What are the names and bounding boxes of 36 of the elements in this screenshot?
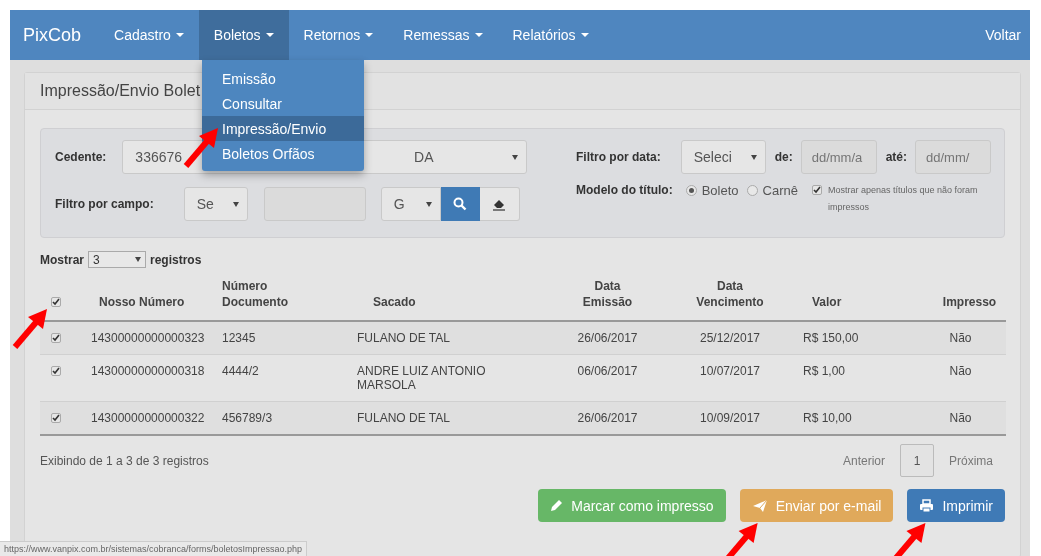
table-cell: R$ 10,00 — [803, 411, 852, 425]
table-cell-text: FULANO DE TAL — [357, 411, 451, 425]
table-cell: 14300000000000323 — [91, 331, 205, 345]
checkbox-label: Mostrar apenas títulos que não foram impressos — [827, 184, 979, 214]
table-cell: 26/06/2017 — [577, 331, 638, 345]
table-cell: R$ 150,00 — [803, 331, 859, 345]
table-cell: 06/06/2017 — [577, 364, 638, 378]
status-url: https://www.vanpix.com.br/sistemas/cobranca/forms/boletosImpressao.php — [0, 541, 308, 556]
select-value: DA — [414, 149, 434, 165]
table-cell: 26/06/2017 — [577, 411, 638, 425]
table-cell: 25/12/2017 — [699, 331, 761, 345]
table-cell: 14300000000000322 — [91, 411, 205, 425]
table-cell: 12345 — [222, 331, 256, 345]
table-cell: 10/09/2017 — [699, 411, 761, 425]
table-info: Exibindo de 1 a 3 de 3 registros — [40, 453, 209, 468]
table-cell: Não — [949, 331, 972, 345]
select-value: 336676 — [135, 149, 183, 165]
field-label: até: — [885, 150, 907, 164]
table-cell: 10/07/2017 — [699, 364, 761, 378]
radio-label: Carnê — [762, 183, 798, 198]
radio-label: Boleto — [701, 183, 739, 198]
table-cell-text: FULANO DE TAL — [357, 331, 451, 345]
table-cell: 456789/3 — [222, 411, 273, 425]
field-label: Filtro por data: — [576, 150, 661, 164]
table-cell-text: ANDRE LUIZ ANTONIO MARSOLA — [357, 364, 487, 392]
field-label: de: — [774, 150, 793, 164]
field-label: Cedente: — [55, 150, 107, 164]
table-cell: Não — [949, 364, 972, 378]
field-label: Modelo do título: — [576, 183, 673, 197]
table-cell: 14300000000000318 — [91, 364, 205, 378]
table-cell: 4444/2 — [222, 364, 259, 378]
table-cell: R$ 1,00 — [803, 364, 846, 378]
length-label: Mostrar — [40, 252, 84, 267]
length-label: registros — [150, 252, 202, 267]
table-cell: Não — [949, 411, 972, 425]
field-label: Filtro por campo: — [55, 197, 154, 211]
